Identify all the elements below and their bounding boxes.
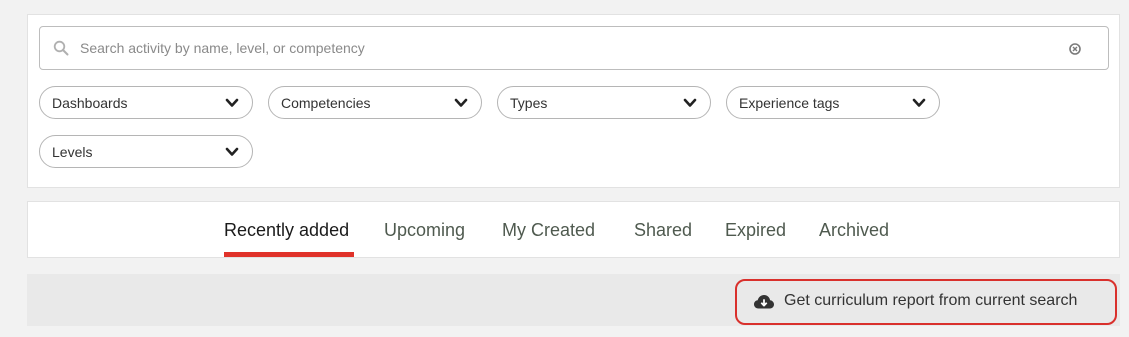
competencies-dropdown-label: Competencies bbox=[281, 95, 371, 111]
cloud-download-icon bbox=[754, 295, 774, 309]
search-box[interactable] bbox=[39, 26, 1109, 70]
curriculum-report-button[interactable]: Get curriculum report from current searc… bbox=[735, 279, 1117, 325]
chevron-down-icon bbox=[225, 98, 239, 107]
experience-tags-dropdown-label: Experience tags bbox=[739, 95, 840, 111]
search-input[interactable] bbox=[80, 35, 1040, 61]
levels-dropdown-label: Levels bbox=[52, 144, 93, 160]
chevron-down-icon bbox=[454, 98, 468, 107]
types-dropdown-label: Types bbox=[510, 95, 548, 111]
dashboards-dropdown-label: Dashboards bbox=[52, 95, 128, 111]
chevron-down-icon bbox=[912, 98, 926, 107]
filter-panel: Dashboards Competencies Types Experience… bbox=[27, 14, 1120, 188]
types-dropdown[interactable]: Types bbox=[497, 86, 711, 119]
activity-tabs: Recently added Upcoming My Created Share… bbox=[27, 201, 1120, 258]
chevron-down-icon bbox=[225, 147, 239, 156]
competencies-dropdown[interactable]: Competencies bbox=[268, 86, 482, 119]
tab-upcoming[interactable]: Upcoming bbox=[384, 220, 465, 241]
tab-my-created[interactable]: My Created bbox=[502, 220, 595, 241]
tab-recently-added[interactable]: Recently added bbox=[224, 220, 349, 241]
experience-tags-dropdown[interactable]: Experience tags bbox=[726, 86, 940, 119]
dashboards-dropdown[interactable]: Dashboards bbox=[39, 86, 253, 119]
active-tab-indicator bbox=[224, 252, 354, 257]
search-icon bbox=[53, 40, 69, 56]
tab-shared[interactable]: Shared bbox=[634, 220, 692, 241]
chevron-down-icon bbox=[683, 98, 697, 107]
curriculum-report-label: Get curriculum report from current searc… bbox=[784, 292, 1078, 309]
tab-archived[interactable]: Archived bbox=[819, 220, 889, 241]
tab-expired[interactable]: Expired bbox=[725, 220, 786, 241]
report-bar: Get curriculum report from current searc… bbox=[27, 274, 1120, 326]
clear-search-icon[interactable] bbox=[1069, 43, 1081, 55]
levels-dropdown[interactable]: Levels bbox=[39, 135, 253, 168]
